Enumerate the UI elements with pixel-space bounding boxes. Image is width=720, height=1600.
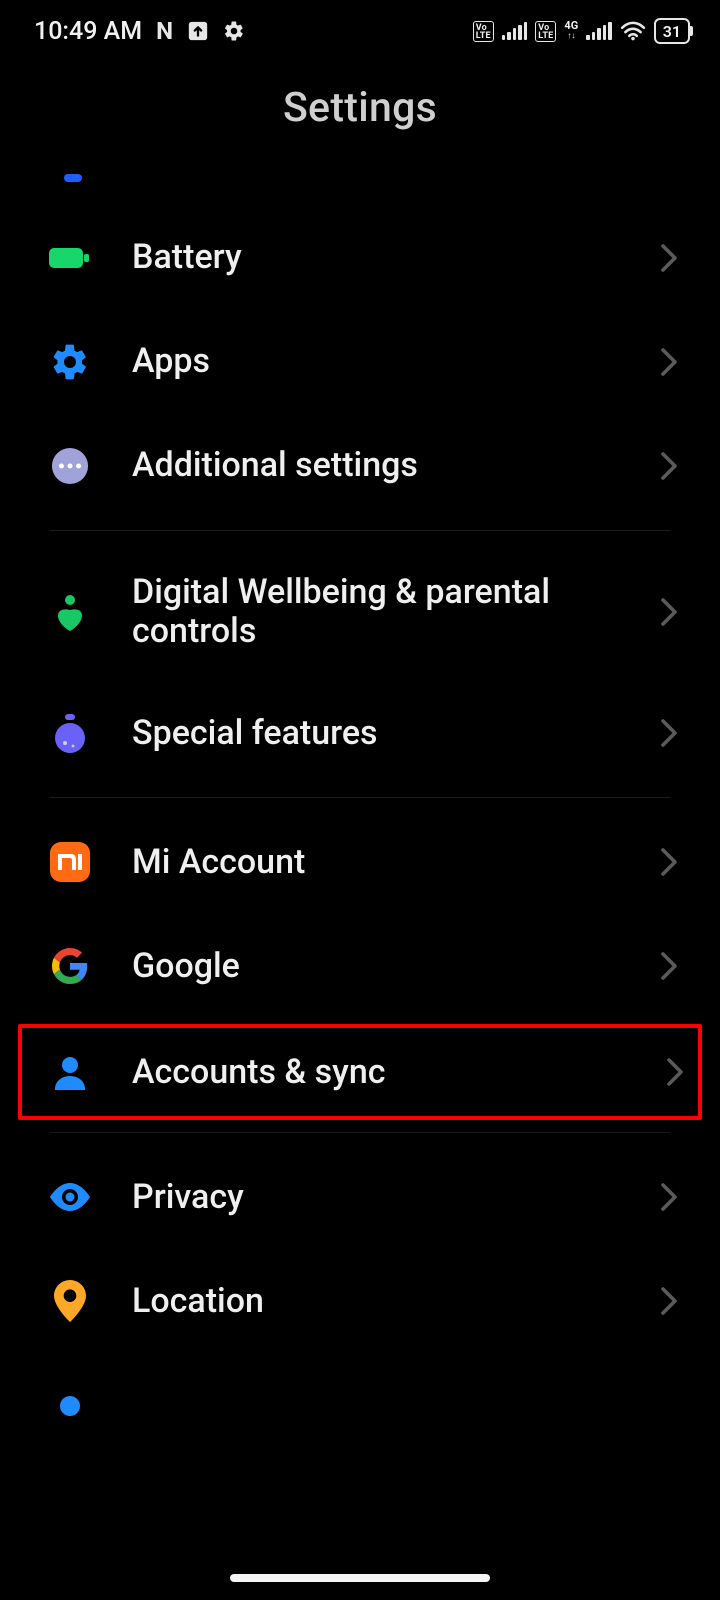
status-time: 10:49 AM bbox=[34, 17, 142, 46]
row-privacy[interactable]: Privacy bbox=[0, 1145, 720, 1249]
chevron-right-icon bbox=[660, 597, 692, 627]
row-battery-label: Battery bbox=[92, 238, 660, 277]
row-apps[interactable]: Apps bbox=[0, 310, 720, 414]
notification-app-icon: N bbox=[156, 17, 173, 45]
status-bar-left: 10:49 AM N bbox=[34, 17, 245, 46]
chevron-right-icon bbox=[660, 347, 692, 377]
volte-badge-icon: VoLTE bbox=[535, 21, 556, 42]
google-logo-icon bbox=[48, 944, 92, 988]
row-apps-label: Apps bbox=[92, 342, 660, 381]
row-accounts-sync-label: Accounts & sync bbox=[92, 1053, 666, 1092]
divider bbox=[50, 1132, 670, 1133]
status-bar: 10:49 AM N VoLTE VoLTE 4G↑↓ 31 bbox=[0, 0, 720, 62]
row-additional-settings[interactable]: Additional settings bbox=[0, 414, 720, 518]
row-additional-settings-label: Additional settings bbox=[92, 446, 660, 485]
row-privacy-label: Privacy bbox=[92, 1178, 660, 1217]
row-google[interactable]: Google bbox=[0, 914, 720, 1018]
divider bbox=[50, 797, 670, 798]
apps-gear-icon bbox=[48, 340, 92, 384]
mi-logo-icon bbox=[48, 840, 92, 884]
settings-list: Battery Apps Additional settings Digital… bbox=[0, 206, 720, 1431]
page-title: Settings bbox=[0, 62, 720, 150]
chevron-right-icon bbox=[660, 1286, 692, 1316]
row-mi-account-label: Mi Account bbox=[92, 843, 660, 882]
chevron-right-icon bbox=[660, 451, 692, 481]
row-google-label: Google bbox=[92, 947, 660, 986]
more-dots-icon bbox=[48, 444, 92, 488]
signal-bars-icon bbox=[586, 22, 612, 40]
row-location[interactable]: Location bbox=[0, 1249, 720, 1353]
row-digital-wellbeing[interactable]: Digital Wellbeing & parental controls bbox=[0, 543, 720, 681]
row-digital-wellbeing-label: Digital Wellbeing & parental controls bbox=[92, 573, 660, 651]
chevron-right-icon bbox=[660, 718, 692, 748]
upload-icon bbox=[187, 20, 209, 42]
chevron-right-icon bbox=[660, 951, 692, 981]
row-battery[interactable]: Battery bbox=[0, 206, 720, 310]
person-icon bbox=[48, 1050, 92, 1094]
status-bar-right: VoLTE VoLTE 4G↑↓ 31 bbox=[473, 18, 690, 44]
wifi-icon bbox=[620, 20, 646, 42]
battery-indicator: 31 bbox=[654, 18, 690, 44]
row-accounts-sync[interactable]: Accounts & sync bbox=[18, 1024, 702, 1120]
chevron-right-icon bbox=[660, 847, 692, 877]
wellbeing-icon bbox=[48, 590, 92, 634]
row-peek-next[interactable] bbox=[0, 1353, 720, 1431]
flask-icon bbox=[48, 711, 92, 755]
divider bbox=[50, 530, 670, 531]
home-indicator[interactable] bbox=[230, 1574, 490, 1582]
network-4g-icon: 4G↑↓ bbox=[564, 21, 578, 41]
signal-bars-icon bbox=[502, 22, 528, 40]
eye-icon bbox=[48, 1175, 92, 1219]
battery-icon bbox=[48, 236, 92, 280]
chevron-right-icon bbox=[666, 1057, 692, 1087]
services-icon bbox=[48, 1396, 92, 1416]
location-pin-icon bbox=[48, 1279, 92, 1323]
row-mi-account[interactable]: Mi Account bbox=[0, 810, 720, 914]
chevron-right-icon bbox=[660, 243, 692, 273]
volte-badge-icon: VoLTE bbox=[473, 21, 494, 42]
chevron-right-icon bbox=[660, 1182, 692, 1212]
row-location-label: Location bbox=[92, 1282, 660, 1321]
battery-percent: 31 bbox=[663, 22, 681, 41]
clipped-row bbox=[54, 150, 666, 196]
settings-gear-icon bbox=[223, 20, 245, 42]
row-special-features-label: Special features bbox=[92, 714, 660, 753]
row-special-features[interactable]: Special features bbox=[0, 681, 720, 785]
